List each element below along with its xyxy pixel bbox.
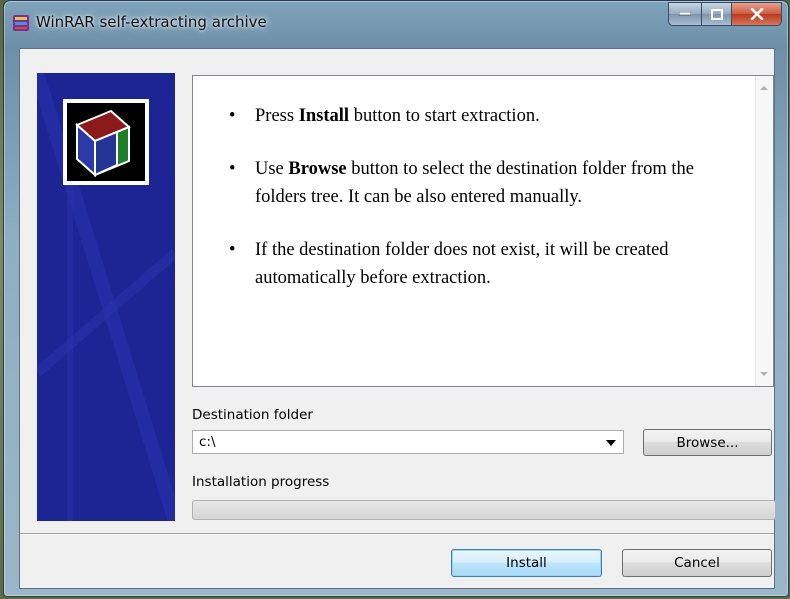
vertical-scrollbar[interactable] bbox=[755, 76, 773, 386]
sfx-window: WinRAR self-extracting archive • Press I… bbox=[3, 0, 789, 597]
winrar-logo bbox=[63, 99, 149, 185]
footer-divider bbox=[20, 533, 774, 535]
minimize-icon bbox=[679, 12, 691, 16]
side-banner bbox=[37, 73, 175, 521]
title-bar[interactable]: WinRAR self-extracting archive bbox=[4, 1, 788, 47]
maximize-icon bbox=[710, 8, 723, 20]
maximize-button[interactable] bbox=[702, 2, 732, 26]
scroll-up-arrow-icon[interactable] bbox=[760, 86, 768, 90]
destination-folder-value: c:\ bbox=[199, 434, 216, 450]
close-icon bbox=[750, 8, 763, 20]
installation-progress-label: Installation progress bbox=[192, 474, 330, 490]
browse-button[interactable]: Browse... bbox=[643, 429, 772, 456]
instructions-panel[interactable]: • Press Install button to start extractio… bbox=[192, 75, 774, 387]
instruction-item: • Press Install button to start extractio… bbox=[229, 106, 540, 126]
cancel-button[interactable]: Cancel bbox=[622, 549, 772, 577]
installation-progress-bar bbox=[192, 500, 776, 520]
close-button[interactable] bbox=[732, 2, 782, 26]
caption-buttons bbox=[668, 2, 782, 28]
window-title: WinRAR self-extracting archive bbox=[36, 13, 267, 31]
dialog-client-area: • Press Install button to start extractio… bbox=[19, 48, 776, 589]
winrar-app-icon[interactable] bbox=[12, 14, 30, 32]
instruction-item: • Use Browse button to select the destina… bbox=[229, 159, 694, 207]
install-button[interactable]: Install bbox=[451, 549, 602, 577]
destination-folder-combobox[interactable]: c:\ bbox=[192, 430, 624, 454]
instruction-item: • If the destination folder does not exis… bbox=[229, 240, 669, 288]
destination-folder-label: Destination folder bbox=[192, 407, 313, 423]
scroll-down-arrow-icon[interactable] bbox=[760, 372, 768, 376]
chevron-down-icon[interactable] bbox=[606, 440, 616, 446]
minimize-button[interactable] bbox=[668, 2, 702, 26]
